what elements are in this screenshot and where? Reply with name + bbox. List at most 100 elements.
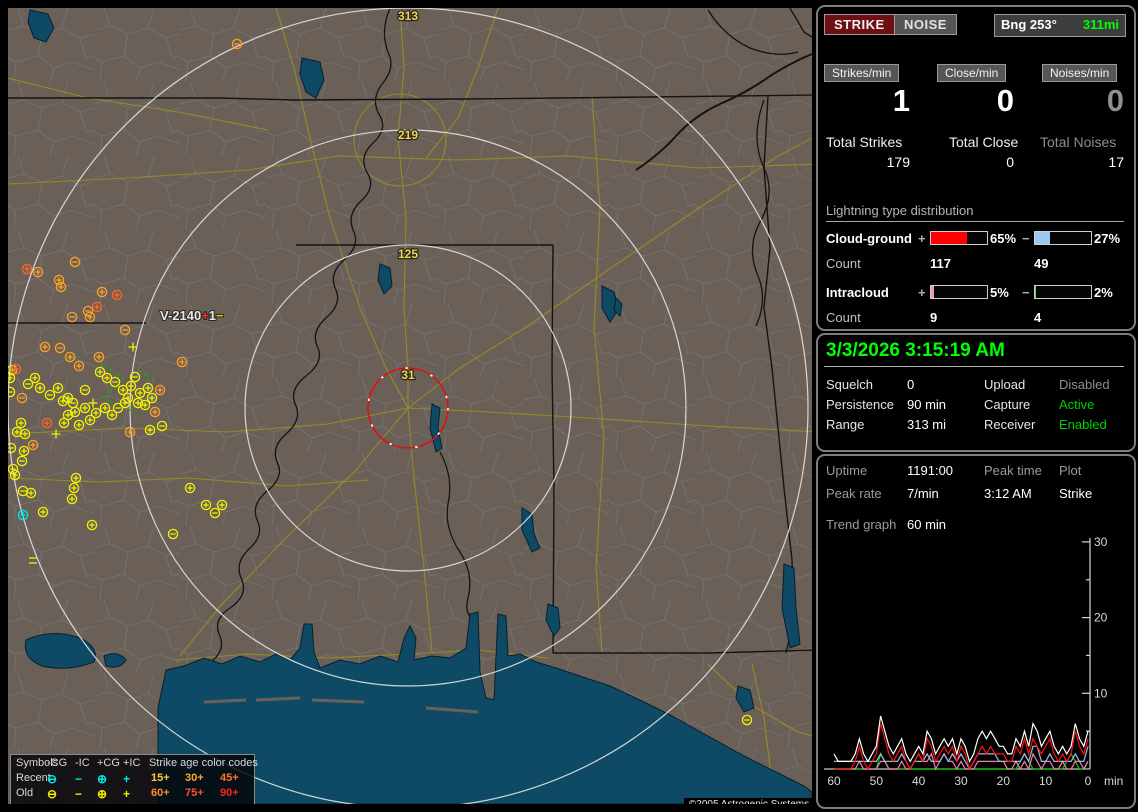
map-legend: Symbols -CG -IC +CG +IC Strike age color… bbox=[10, 754, 258, 804]
cg-count-label: Count bbox=[826, 256, 861, 271]
legend-col-pos-cg: +CG bbox=[97, 757, 120, 769]
trend-panel: Uptime 1191:00 Peak time Plot Peak rate … bbox=[816, 454, 1136, 809]
intracloud-label: Intracloud bbox=[826, 285, 889, 300]
cg-pos-pct: 65% bbox=[990, 231, 1017, 246]
storm-cell-label: V-2140+1− bbox=[160, 308, 224, 323]
strikes-per-min-value: 1 bbox=[892, 83, 910, 118]
squelch-label: Squelch bbox=[826, 377, 873, 392]
cg-pos-bar bbox=[930, 231, 988, 245]
age-75: 75+ bbox=[185, 787, 204, 799]
peak-time-value: 3:12 AM bbox=[984, 486, 1032, 501]
divider bbox=[824, 366, 1124, 367]
capture-status: Active bbox=[1059, 397, 1095, 412]
svg-text:10: 10 bbox=[1039, 774, 1053, 788]
cg-plus-sign: + bbox=[918, 231, 926, 246]
plot-label: Plot bbox=[1059, 463, 1082, 478]
ic-plus-sign: + bbox=[918, 285, 926, 300]
recent-neg-cg-icon: ⊖ bbox=[47, 772, 58, 786]
noise-mode-button[interactable]: NOISE bbox=[894, 14, 957, 35]
svg-text:0: 0 bbox=[1085, 774, 1092, 788]
ic-pos-bar bbox=[930, 285, 988, 299]
uptime-value: 1191:00 bbox=[907, 463, 954, 478]
map-canvas: 313 219 125 31 V-2140+1− bbox=[8, 8, 812, 804]
svg-text:10: 10 bbox=[1094, 686, 1108, 700]
age-60: 60+ bbox=[151, 787, 170, 799]
svg-text:50: 50 bbox=[870, 774, 884, 788]
bearing-distance: 311mi bbox=[1082, 17, 1119, 32]
status-panel: 3/3/2026 3:15:19 AM Squelch 0 Upload Dis… bbox=[816, 333, 1136, 452]
uptime-label: Uptime bbox=[826, 463, 868, 478]
receiver-status: Enabled bbox=[1059, 417, 1107, 432]
ring-label-31: 31 bbox=[401, 368, 415, 382]
cg-neg-count: 49 bbox=[1034, 256, 1049, 271]
total-strikes-label: Total Strikes bbox=[826, 134, 903, 150]
svg-text:min: min bbox=[1104, 774, 1123, 788]
close-per-min-value: 0 bbox=[996, 83, 1014, 118]
peak-rate-value: 7/min bbox=[907, 486, 939, 501]
copyright-text: ©2005 Astrogenic Systems bbox=[684, 798, 812, 804]
total-noises-label: Total Noises bbox=[1040, 134, 1117, 150]
ic-neg-count: 4 bbox=[1034, 310, 1042, 325]
lightning-map[interactable]: 313 219 125 31 V-2140+1− Symbols -CG -IC bbox=[8, 8, 812, 804]
distribution-title: Lightning type distribution bbox=[826, 203, 1124, 222]
cg-neg-bar bbox=[1034, 231, 1092, 245]
trend-graph: 10 20 30 60 50 40 30 20 10 0 min bbox=[824, 535, 1123, 788]
persistence-value: 90 min bbox=[907, 397, 947, 412]
legend-col-pos-ic: +IC bbox=[123, 757, 141, 769]
upload-status: Disabled bbox=[1059, 377, 1110, 392]
legend-age-title: Strike age color codes bbox=[149, 757, 258, 769]
ic-neg-pct: 2% bbox=[1094, 285, 1113, 300]
legend-col-neg-ic: -IC bbox=[75, 757, 90, 769]
receiver-label: Receiver bbox=[984, 417, 1036, 432]
legend-col-neg-cg: -CG bbox=[47, 757, 68, 769]
strike-stats-panel: STRIKE NOISE Bng 253° 311mi Strikes/min … bbox=[816, 5, 1136, 331]
squelch-value: 0 bbox=[907, 377, 915, 392]
cg-pos-count: 117 bbox=[930, 256, 951, 271]
ic-pos-pct: 5% bbox=[990, 285, 1009, 300]
ic-count-label: Count bbox=[826, 310, 861, 325]
persistence-label: Persistence bbox=[826, 397, 894, 412]
close-per-min-button[interactable]: Close/min bbox=[937, 64, 1007, 82]
ic-pos-count: 9 bbox=[930, 310, 938, 325]
ring-label-219: 219 bbox=[398, 128, 418, 142]
total-close-label: Total Close bbox=[949, 134, 1019, 150]
ring-label-125: 125 bbox=[398, 247, 418, 261]
range-value: 313 mi bbox=[907, 417, 947, 432]
bearing-readout: Bng 253° 311mi bbox=[994, 14, 1126, 37]
range-label: Range bbox=[826, 417, 865, 432]
recent-pos-ic-icon: + bbox=[123, 772, 131, 786]
old-neg-ic-icon: − bbox=[75, 787, 83, 801]
age-30: 30+ bbox=[185, 772, 204, 784]
ic-minus-sign: − bbox=[1022, 285, 1030, 300]
old-pos-cg-icon: ⊕ bbox=[97, 787, 108, 801]
legend-row-old: Old bbox=[16, 787, 34, 799]
strikes-per-min-button[interactable]: Strikes/min bbox=[824, 64, 900, 82]
cg-minus-sign: − bbox=[1022, 231, 1030, 246]
noises-per-min-button[interactable]: Noises/min bbox=[1042, 64, 1118, 82]
ic-neg-bar bbox=[1034, 285, 1092, 299]
peak-rate-label: Peak rate bbox=[826, 486, 882, 501]
capture-label: Capture bbox=[984, 397, 1031, 412]
cloud-ground-label: Cloud-ground bbox=[826, 231, 912, 246]
total-strikes-value: 179 bbox=[886, 154, 910, 170]
age-90: 90+ bbox=[220, 787, 239, 799]
total-noises-value: 17 bbox=[1108, 154, 1124, 170]
svg-text:30: 30 bbox=[954, 774, 968, 788]
trend-graph-range: 60 min bbox=[907, 517, 947, 532]
app-window: 313 219 125 31 V-2140+1− Symbols -CG -IC bbox=[0, 0, 1138, 812]
age-45: 45+ bbox=[220, 772, 239, 784]
bearing-value: Bng 253° bbox=[1001, 17, 1057, 32]
plot-value: Strike bbox=[1059, 486, 1093, 501]
svg-text:20: 20 bbox=[1094, 611, 1108, 625]
legend-row-recent: Recent bbox=[16, 772, 51, 784]
old-pos-ic-icon: + bbox=[123, 787, 131, 801]
old-neg-cg-icon: ⊖ bbox=[47, 787, 58, 801]
strike-mode-button[interactable]: STRIKE bbox=[824, 14, 895, 35]
svg-text:60: 60 bbox=[827, 774, 841, 788]
cg-neg-pct: 27% bbox=[1094, 231, 1121, 246]
recent-neg-ic-icon: − bbox=[75, 772, 83, 786]
noises-per-min-value: 0 bbox=[1106, 83, 1124, 118]
peak-time-label: Peak time bbox=[984, 463, 1042, 478]
svg-text:40: 40 bbox=[912, 774, 926, 788]
age-15: 15+ bbox=[151, 772, 170, 784]
